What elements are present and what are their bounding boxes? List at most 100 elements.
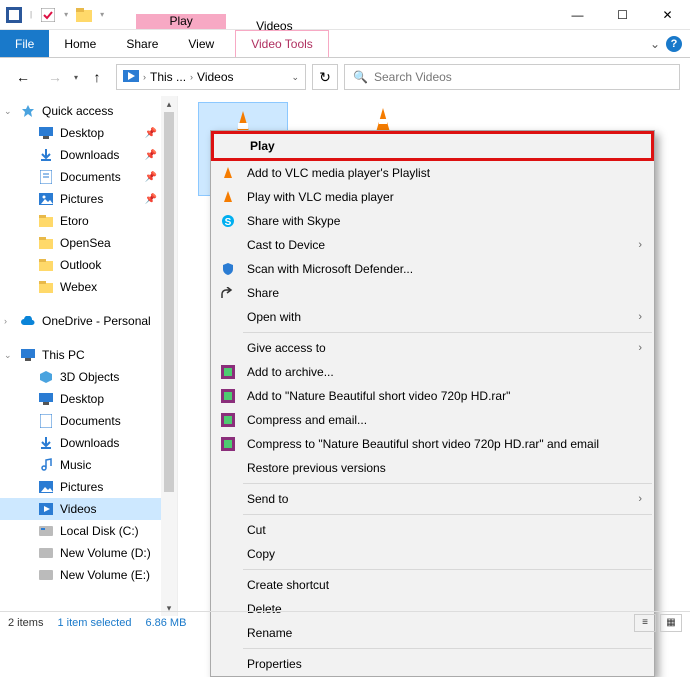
ctx-separator [243,514,652,515]
search-icon: 🔍 [353,70,368,84]
window-controls: — ☐ ✕ [555,0,690,29]
expand-ribbon-icon[interactable]: ⌄ [650,37,660,51]
properties-qat-icon[interactable] [40,7,56,23]
ctx-restore[interactable]: Restore previous versions [211,456,654,480]
downloads-icon [38,435,54,451]
ctx-cut[interactable]: Cut [211,518,654,542]
home-tab[interactable]: Home [49,30,111,57]
ctx-share-skype[interactable]: SShare with Skype [211,209,654,233]
sidebar-quick-access[interactable]: ⌄Quick access [0,100,177,122]
videos-icon [38,501,54,517]
status-size: 6.86 MB [145,617,186,629]
ctx-add-playlist[interactable]: Add to VLC media player's Playlist [211,161,654,185]
video-tools-tab[interactable]: Video Tools [235,30,329,57]
sidebar-scrollbar[interactable]: ▴ ▾ [161,96,177,616]
search-placeholder: Search Videos [374,70,452,84]
ctx-defender[interactable]: Scan with Microsoft Defender... [211,257,654,281]
folder-qat-icon [76,7,92,23]
ctx-open-with[interactable]: Open with› [211,305,654,329]
share-tab[interactable]: Share [111,30,173,57]
ctx-separator [243,648,652,649]
sidebar-pc-videos[interactable]: Videos [0,498,177,520]
close-button[interactable]: ✕ [645,0,690,29]
sidebar-documents[interactable]: Documents📌 [0,166,177,188]
desktop-icon [38,125,54,141]
ctx-give-access[interactable]: Give access to› [211,336,654,360]
ctx-play-vlc[interactable]: Play with VLC media player [211,185,654,209]
drive-icon [38,567,54,583]
navigation-pane: ⌄Quick access Desktop📌 Downloads📌 Docume… [0,96,178,616]
ctx-create-shortcut[interactable]: Create shortcut [211,573,654,597]
view-tab[interactable]: View [173,30,229,57]
maximize-button[interactable]: ☐ [600,0,645,29]
sidebar-webex[interactable]: Webex [0,276,177,298]
file-tab[interactable]: File [0,30,49,57]
ctx-play[interactable]: Play [211,131,654,161]
ctx-cast[interactable]: Cast to Device› [211,233,654,257]
vlc-icon [219,166,237,180]
sidebar-onedrive[interactable]: ›OneDrive - Personal [0,310,177,332]
ctx-add-rar[interactable]: Add to "Nature Beautiful short video 720… [211,384,654,408]
sidebar-volume-d[interactable]: New Volume (D:) [0,542,177,564]
sidebar-etoro[interactable]: Etoro [0,210,177,232]
search-input[interactable]: 🔍 Search Videos [344,64,680,90]
chevron-right-icon[interactable]: › [190,72,193,82]
pin-icon: 📌 [145,128,157,139]
qat-dropdown-2[interactable]: ▾ [98,10,106,19]
svg-text:S: S [225,217,232,228]
chevron-right-icon[interactable]: › [143,72,146,82]
skype-icon: S [219,214,237,228]
scroll-thumb[interactable] [164,112,174,492]
sidebar-local-disk-c[interactable]: Local Disk (C:) [0,520,177,542]
ctx-properties[interactable]: Properties [211,652,654,676]
ctx-send-to[interactable]: Send to› [211,487,654,511]
quick-access-toolbar: | ▾ ▾ [0,7,106,23]
sidebar-pc-downloads[interactable]: Downloads [0,432,177,454]
documents-icon [38,169,54,185]
winrar-icon [219,437,237,451]
history-dropdown[interactable]: ▾ [74,73,78,82]
details-view-button[interactable]: ≡ [634,614,656,632]
sidebar-3d-objects[interactable]: 3D Objects [0,366,177,388]
scroll-up-icon[interactable]: ▴ [161,96,177,112]
up-button[interactable]: ↑ [84,64,110,90]
sidebar-volume-e[interactable]: New Volume (E:) [0,564,177,586]
sidebar-pc-music[interactable]: Music [0,454,177,476]
help-icon[interactable]: ? [666,36,682,52]
sidebar-pictures[interactable]: Pictures📌 [0,188,177,210]
ctx-compress-rar-email[interactable]: Compress to "Nature Beautiful short vide… [211,432,654,456]
sidebar-opensea[interactable]: OpenSea [0,232,177,254]
documents-icon [38,413,54,429]
folder-icon [38,213,54,229]
sidebar-outlook[interactable]: Outlook [0,254,177,276]
sidebar-pc-documents[interactable]: Documents [0,410,177,432]
ctx-compress-email[interactable]: Compress and email... [211,408,654,432]
sidebar-pc-desktop[interactable]: Desktop [0,388,177,410]
app-icon [6,7,22,23]
back-button[interactable]: ← [10,64,36,90]
minimize-button[interactable]: — [555,0,600,29]
winrar-icon [219,413,237,427]
address-bar[interactable]: › This ... › Videos ⌄ [116,64,306,90]
forward-button[interactable]: → [42,64,68,90]
shield-icon [219,262,237,276]
ctx-copy[interactable]: Copy [211,542,654,566]
pin-icon: 📌 [145,194,157,205]
qat-dropdown[interactable]: ▾ [62,10,70,19]
sidebar-desktop[interactable]: Desktop📌 [0,122,177,144]
sidebar-this-pc[interactable]: ⌄This PC [0,344,177,366]
winrar-icon [219,389,237,403]
desktop-icon [38,391,54,407]
sidebar-downloads[interactable]: Downloads📌 [0,144,177,166]
address-dropdown[interactable]: ⌄ [291,72,299,83]
breadcrumb-segment[interactable]: Videos [197,70,233,84]
star-icon [20,103,36,119]
pictures-icon [38,479,54,495]
breadcrumb-segment[interactable]: This ... [150,70,186,84]
sidebar-pc-pictures[interactable]: Pictures [0,476,177,498]
winrar-icon [219,365,237,379]
ctx-add-archive[interactable]: Add to archive... [211,360,654,384]
ctx-share[interactable]: Share [211,281,654,305]
thumbnails-view-button[interactable]: ▦ [660,614,682,632]
refresh-button[interactable]: ↻ [312,64,338,90]
